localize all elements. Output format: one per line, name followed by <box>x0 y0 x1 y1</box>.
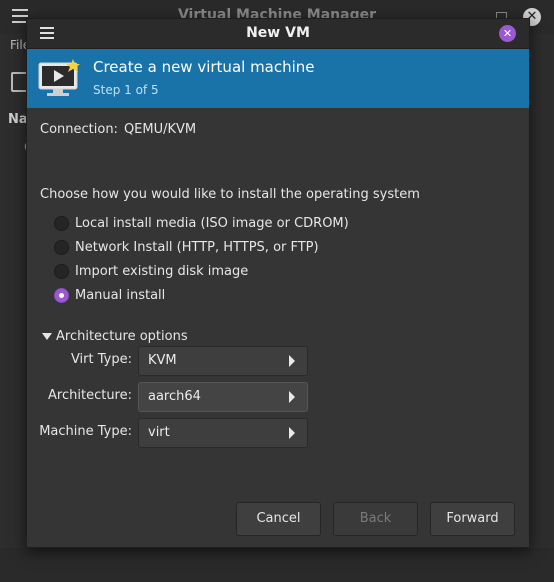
radio-network-install[interactable]: Network Install (HTTP, HTTPS, or FTP) <box>54 237 319 257</box>
chevron-right-icon <box>289 391 295 403</box>
cancel-button[interactable]: Cancel <box>236 502 321 536</box>
main-statusbar <box>0 548 554 582</box>
radio-label[interactable]: Manual install <box>75 288 165 303</box>
expander-triangle-icon[interactable] <box>42 333 52 340</box>
chevron-right-icon <box>289 427 295 439</box>
dialog-close-icon[interactable]: ✕ <box>499 25 516 42</box>
new-vm-dialog: New VM ✕ Create a new virtual machine St… <box>26 18 530 548</box>
radio-label[interactable]: Local install media (ISO image or CDROM) <box>75 216 349 231</box>
machine-type-value: virt <box>148 425 170 440</box>
architecture-options-expander[interactable]: Architecture options <box>42 329 188 344</box>
connection-value: QEMU/KVM <box>123 122 197 137</box>
radio-button[interactable] <box>54 215 69 231</box>
chevron-right-icon <box>289 355 295 367</box>
dialog-header: New VM ✕ <box>27 19 529 49</box>
expander-label[interactable]: Architecture options <box>56 329 188 344</box>
radio-manual-install[interactable]: Manual install <box>54 285 165 305</box>
forward-button[interactable]: Forward <box>430 502 515 536</box>
virt-type-label: Virt Type: <box>70 352 132 367</box>
architecture-label: Architecture: <box>48 388 132 403</box>
radio-button-selected[interactable] <box>54 287 69 303</box>
dialog-title: New VM <box>246 25 310 41</box>
virt-type-value: KVM <box>148 353 177 368</box>
machine-type-select[interactable]: virt <box>138 418 308 448</box>
radio-button[interactable] <box>54 263 69 279</box>
radio-label[interactable]: Import existing disk image <box>75 264 248 279</box>
radio-local-install[interactable]: Local install media (ISO image or CDROM) <box>54 213 349 233</box>
column-header-name[interactable]: Na <box>8 112 28 127</box>
radio-import-disk[interactable]: Import existing disk image <box>54 261 248 281</box>
step-indicator: Step 1 of 5 <box>93 83 159 97</box>
machine-type-label: Machine Type: <box>39 424 132 439</box>
radio-button[interactable] <box>54 239 69 255</box>
architecture-select[interactable]: aarch64 <box>138 382 308 412</box>
vm-monitor-icon <box>38 59 80 96</box>
back-button[interactable]: Back <box>333 502 418 536</box>
install-method-prompt: Choose how you would like to install the… <box>40 187 420 202</box>
radio-label[interactable]: Network Install (HTTP, HTTPS, or FTP) <box>75 240 319 255</box>
banner-title: Create a new virtual machine <box>93 58 315 76</box>
connection-label: Connection: <box>40 122 118 137</box>
wizard-banner: Create a new virtual machine Step 1 of 5 <box>27 49 529 108</box>
virt-type-select[interactable]: KVM <box>138 346 308 376</box>
connection-info: Connection: QEMU/KVM <box>40 122 196 137</box>
architecture-value: aarch64 <box>148 389 201 404</box>
